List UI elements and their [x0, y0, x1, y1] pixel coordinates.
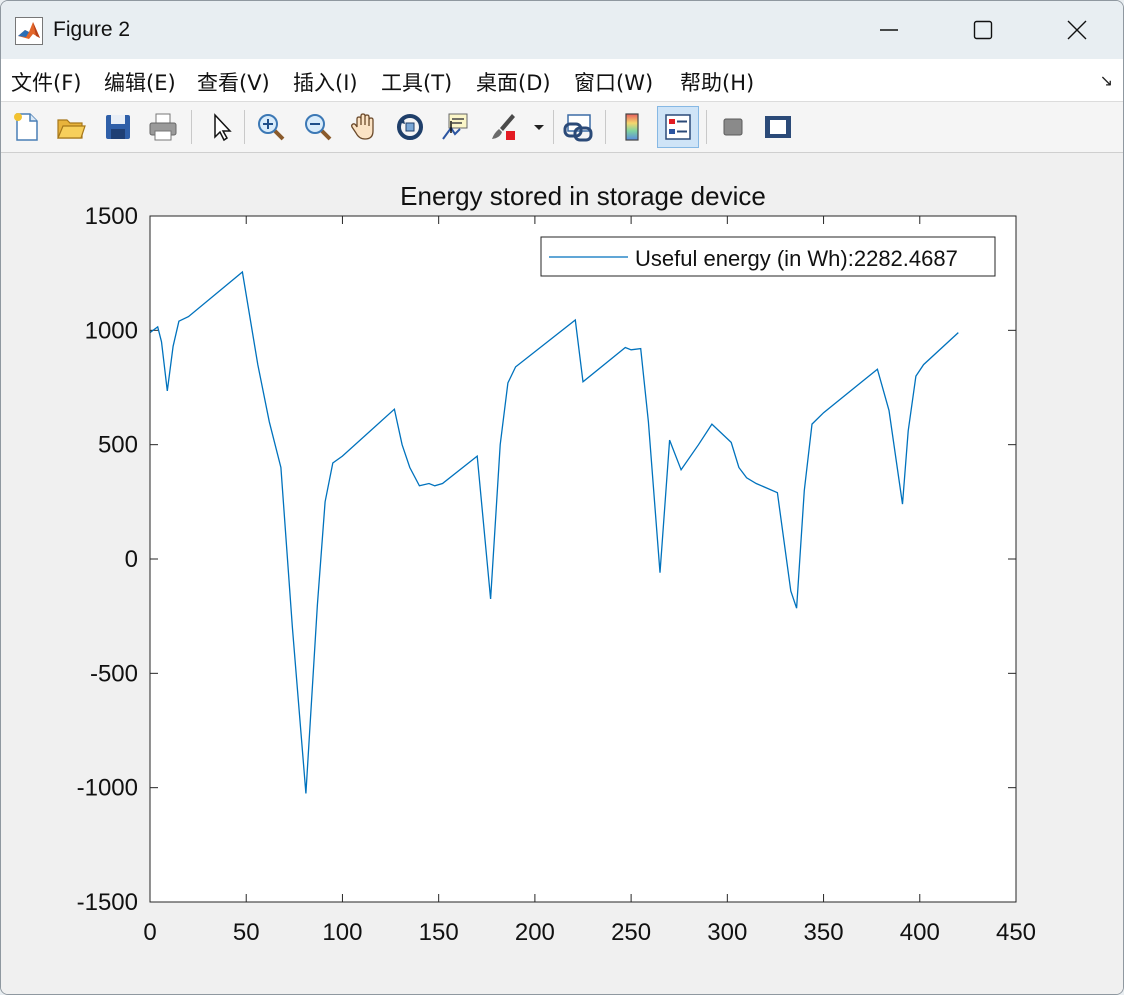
- new-figure-icon: [14, 113, 38, 141]
- figure-window: Figure 2 文件(F) 编辑(E) 查看(V) 插入(I) 工具(T) 桌…: [0, 0, 1124, 995]
- x-tick-label: 300: [707, 919, 747, 946]
- chart-title: Energy stored in storage device: [400, 181, 766, 211]
- y-tick-label: 1000: [85, 317, 138, 344]
- y-tick-label: 0: [125, 546, 138, 573]
- menu-view[interactable]: 查看(V): [197, 67, 270, 97]
- x-tick-label: 200: [515, 919, 555, 946]
- link-plot-icon: [563, 114, 593, 142]
- pointer-icon: [214, 113, 232, 142]
- close-icon: [1067, 20, 1087, 40]
- x-tick-label: 0: [143, 919, 156, 946]
- y-tick-label: -500: [90, 660, 138, 687]
- data-cursor-icon: [442, 113, 468, 140]
- menu-help[interactable]: 帮助(H): [680, 67, 754, 97]
- dock-arrow-icon[interactable]: ↘: [1100, 71, 1113, 90]
- toolbar-separator: [244, 110, 245, 144]
- minimize-button[interactable]: [843, 1, 935, 59]
- x-tick-label: 250: [611, 919, 651, 946]
- link-plot-button[interactable]: [557, 106, 599, 148]
- line-chart[interactable]: Energy stored in storage device 0 50 100 15…: [1, 153, 1123, 994]
- y-tick-label: 1500: [85, 203, 138, 230]
- matlab-logo-icon: [15, 17, 43, 45]
- open-file-button[interactable]: [50, 106, 92, 148]
- close-button[interactable]: [1031, 1, 1123, 59]
- legend-button[interactable]: [657, 106, 699, 148]
- brush-dropdown-icon: [534, 125, 544, 130]
- show-plot-tools-icon: [765, 116, 791, 138]
- figure-toolbar: [1, 102, 1123, 153]
- brush-icon: [492, 114, 515, 140]
- print-icon: [149, 113, 177, 141]
- show-plot-tools-button[interactable]: [757, 106, 799, 148]
- save-icon: [106, 115, 130, 139]
- zoom-out-button[interactable]: [297, 106, 339, 148]
- rotate-3d-icon: [397, 114, 423, 140]
- axes-background: [150, 216, 1016, 902]
- menu-file[interactable]: 文件(F): [11, 67, 81, 97]
- x-tick-label: 100: [322, 919, 362, 946]
- print-button[interactable]: [142, 106, 184, 148]
- legend-box[interactable]: Useful energy (in Wh):2282.4687: [540, 236, 996, 277]
- legend-entry: Useful energy (in Wh):2282.4687: [635, 246, 958, 271]
- x-tick-label: 450: [996, 919, 1036, 946]
- brush-button[interactable]: [481, 106, 523, 148]
- open-folder-icon: [57, 119, 86, 139]
- menu-insert[interactable]: 插入(I): [293, 67, 358, 97]
- rotate-button[interactable]: [389, 106, 431, 148]
- data-cursor-button[interactable]: [435, 106, 477, 148]
- x-tick-label: 50: [233, 919, 260, 946]
- toolbar-separator: [605, 110, 606, 144]
- minimize-icon: [880, 29, 898, 31]
- hide-plot-tools-icon: [723, 118, 743, 136]
- pointer-button[interactable]: [199, 106, 241, 148]
- zoom-in-button[interactable]: [250, 106, 292, 148]
- save-button[interactable]: [97, 106, 139, 148]
- figure-canvas: Energy stored in storage device 0 50 100 15…: [1, 153, 1123, 994]
- toolbar-separator: [553, 110, 554, 144]
- zoom-out-icon: [305, 114, 332, 141]
- toolbar-separator: [706, 110, 707, 144]
- menu-edit[interactable]: 编辑(E): [104, 67, 176, 97]
- y-tick-label: -1000: [77, 775, 138, 802]
- colorbar-button[interactable]: [611, 106, 653, 148]
- maximize-icon: [973, 20, 993, 40]
- toolbar-separator: [191, 110, 192, 144]
- zoom-in-icon: [258, 114, 285, 141]
- legend-icon: [665, 114, 691, 140]
- window-title: Figure 2: [53, 18, 131, 41]
- new-figure-button[interactable]: [5, 106, 47, 148]
- title-bar[interactable]: Figure 2: [1, 1, 1123, 59]
- pan-hand-icon: [351, 113, 374, 140]
- y-tick-label: -1500: [77, 889, 138, 916]
- maximize-button[interactable]: [937, 1, 1029, 59]
- y-tick-label: 500: [98, 432, 138, 459]
- pan-button[interactable]: [343, 106, 385, 148]
- menu-bar: 文件(F) 编辑(E) 查看(V) 插入(I) 工具(T) 桌面(D) 窗口(W…: [1, 59, 1123, 102]
- menu-tools[interactable]: 工具(T): [381, 67, 452, 97]
- x-tick-label: 400: [900, 919, 940, 946]
- hide-plot-tools-button[interactable]: [712, 106, 754, 148]
- x-tick-label: 350: [804, 919, 844, 946]
- x-tick-label: 150: [419, 919, 459, 946]
- menu-window[interactable]: 窗口(W): [574, 67, 653, 97]
- menu-desktop[interactable]: 桌面(D): [476, 67, 551, 97]
- brush-dropdown-button[interactable]: [527, 106, 551, 148]
- colorbar-icon: [625, 113, 639, 141]
